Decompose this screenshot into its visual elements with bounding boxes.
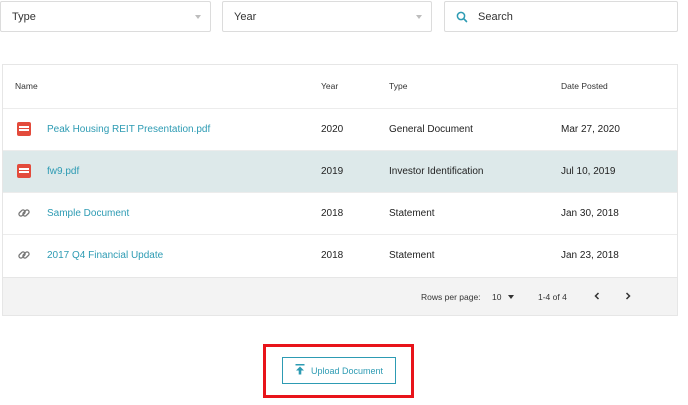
- document-name-link[interactable]: fw9.pdf: [47, 166, 79, 177]
- rows-per-page-label: Rows per page:: [421, 292, 481, 302]
- table-row[interactable]: fw9.pdf 2019 Investor Identification Jul…: [3, 150, 677, 192]
- document-year: 2019: [321, 166, 344, 177]
- document-name-link[interactable]: 2017 Q4 Financial Update: [47, 250, 163, 261]
- pdf-icon: [17, 164, 31, 178]
- document-type: Statement: [389, 250, 435, 261]
- chevron-down-icon: [195, 14, 201, 19]
- column-header-type[interactable]: Type: [389, 81, 407, 91]
- document-type: Investor Identification: [389, 166, 484, 177]
- table-header: Name Year Type Date Posted: [3, 65, 677, 108]
- pagination-range: 1-4 of 4: [538, 292, 567, 302]
- chevron-right-icon[interactable]: [622, 290, 634, 302]
- column-header-name[interactable]: Name: [15, 81, 38, 91]
- document-year: 2020: [321, 124, 344, 135]
- document-date: Mar 27, 2020: [561, 124, 620, 135]
- upload-document-label: Upload Document: [310, 365, 384, 376]
- documents-table: Name Year Type Date Posted Peak Housing …: [2, 64, 678, 316]
- document-date: Jan 23, 2018: [561, 250, 619, 261]
- document-type: Statement: [389, 208, 435, 219]
- search-placeholder: Search: [478, 10, 513, 23]
- rows-per-page-select[interactable]: 10: [492, 292, 501, 302]
- column-header-year[interactable]: Year: [321, 81, 338, 91]
- document-name-link[interactable]: Sample Document: [47, 208, 129, 219]
- table-row[interactable]: 2017 Q4 Financial Update 2018 Statement …: [3, 234, 677, 276]
- document-date: Jan 30, 2018: [561, 208, 619, 219]
- document-type: General Document: [389, 124, 473, 135]
- chevron-left-icon[interactable]: [591, 290, 603, 302]
- column-header-date-posted[interactable]: Date Posted: [561, 81, 608, 91]
- search-icon: [455, 10, 469, 24]
- link-icon: [17, 206, 31, 220]
- caret-down-icon[interactable]: [508, 295, 514, 299]
- document-name-link[interactable]: Peak Housing REIT Presentation.pdf: [47, 124, 210, 135]
- table-pagination: Rows per page: 10 1-4 of 4: [3, 277, 677, 315]
- year-filter-select[interactable]: Year: [222, 1, 432, 32]
- link-icon: [17, 248, 31, 262]
- type-filter-select[interactable]: Type: [0, 1, 211, 32]
- document-year: 2018: [321, 250, 344, 261]
- upload-icon: [295, 362, 305, 380]
- year-filter-label: Year: [234, 10, 257, 23]
- chevron-down-icon: [416, 14, 422, 19]
- pdf-icon: [17, 122, 31, 136]
- upload-document-button[interactable]: Upload Document: [282, 357, 396, 384]
- document-year: 2018: [321, 208, 344, 219]
- table-row[interactable]: Sample Document 2018 Statement Jan 30, 2…: [3, 192, 677, 234]
- document-date: Jul 10, 2019: [561, 166, 616, 177]
- table-row[interactable]: Peak Housing REIT Presentation.pdf 2020 …: [3, 108, 677, 150]
- search-input[interactable]: Search: [444, 1, 678, 32]
- type-filter-label: Type: [12, 10, 36, 23]
